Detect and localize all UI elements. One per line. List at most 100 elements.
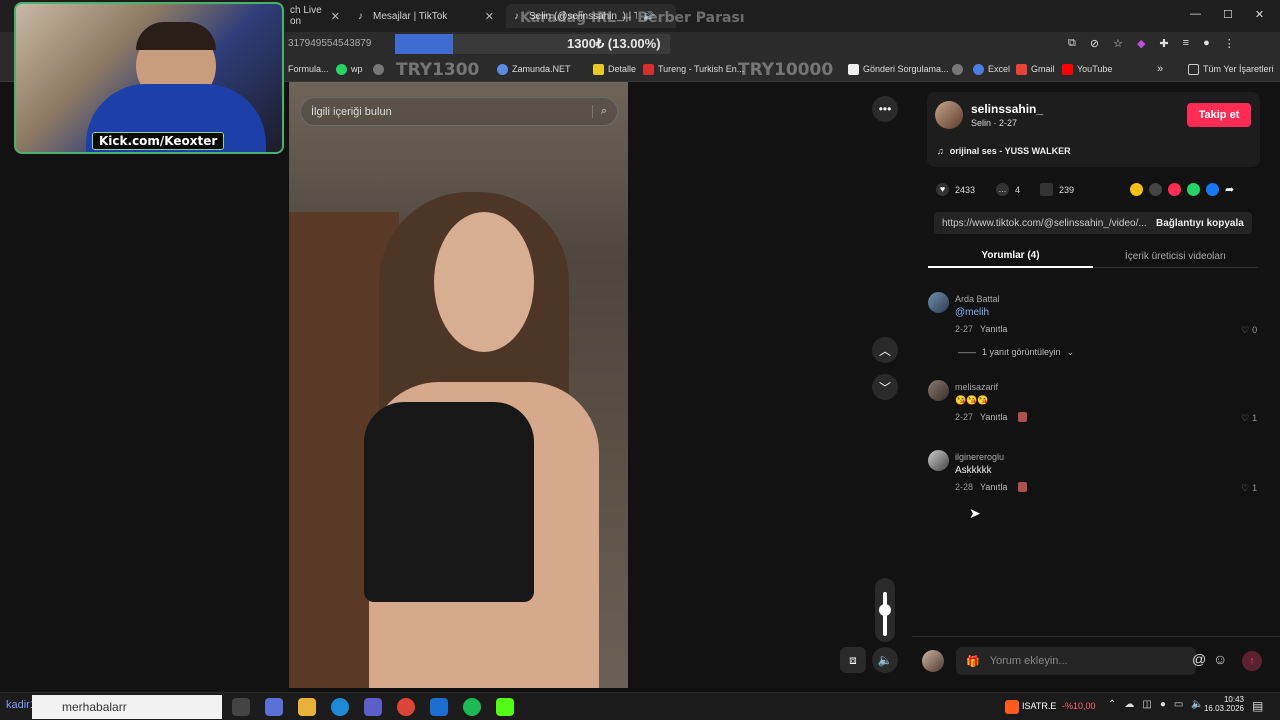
kick-icon[interactable] <box>496 698 514 716</box>
bookmark-zamunda[interactable]: Zamunda.NET <box>497 56 571 82</box>
coin-icon[interactable] <box>1130 183 1143 196</box>
install-icon[interactable]: ⧉ <box>1068 37 1076 50</box>
avatar[interactable] <box>928 380 949 401</box>
bookmark-formula[interactable]: Formula... <box>288 56 329 82</box>
bookmark-all[interactable]: Tüm Yer İşaretleri <box>1188 56 1274 82</box>
close-window-icon[interactable]: ✕ <box>1255 8 1264 21</box>
tab-creator-videos[interactable]: İçerik üreticisi videoları <box>1093 244 1258 268</box>
tab-comments[interactable]: Yorumlar (4) <box>928 244 1093 268</box>
follow-button[interactable]: Takip et <box>1187 103 1251 127</box>
copilot-icon[interactable] <box>265 698 283 716</box>
comment-text[interactable]: Askkkkk <box>955 465 992 476</box>
comment-stat[interactable]: … 4 <box>996 183 1020 196</box>
search-icon[interactable]: ⌕ <box>591 105 607 118</box>
pip-icon[interactable]: ⧈ <box>840 647 866 673</box>
close-icon[interactable]: ✕ <box>331 10 340 23</box>
mention-icon[interactable]: @ <box>1192 651 1206 667</box>
bookmark-tureng[interactable]: Tureng - Turkish En... <box>643 56 744 82</box>
menu-icon[interactable]: ⋮ <box>1224 37 1235 50</box>
display-icon[interactable]: ▭ <box>1174 699 1183 710</box>
like-stat[interactable]: ♥ 2433 <box>936 183 975 196</box>
volume-icon[interactable]: 🔈 <box>872 647 898 673</box>
ticker-symbol[interactable]: ISATR.E <box>1022 701 1056 711</box>
chevron-down-icon[interactable]: ﹀ <box>872 374 898 400</box>
media-icon[interactable]: ≡ <box>1183 37 1189 50</box>
mouse-cursor-icon: ➤ <box>969 505 981 521</box>
clock[interactable]: 10:43 16.03.2026 <box>1200 695 1244 713</box>
avatar[interactable] <box>935 101 963 129</box>
bookmark-detalle[interactable]: Detalle <box>593 56 636 82</box>
globe-icon <box>952 63 963 75</box>
gmail-icon <box>1016 63 1027 75</box>
volume-knob[interactable] <box>879 604 891 616</box>
bookmark-generic[interactable] <box>373 56 384 82</box>
comment-user[interactable]: melisazarif <box>955 382 998 392</box>
comment-like[interactable]: ♡ 1 <box>1241 483 1257 494</box>
comment-user[interactable]: ilginereroglu <box>955 452 1004 462</box>
extension-icon[interactable]: ◆ <box>1137 37 1145 50</box>
chevron-up-icon[interactable]: ︿ <box>872 337 898 363</box>
url-fragment[interactable]: 317949554543879 <box>288 38 371 49</box>
mic-icon[interactable]: ● <box>1160 699 1166 710</box>
notification-icon[interactable]: ▤ <box>1252 699 1263 713</box>
close-icon[interactable]: ✕ <box>485 10 494 23</box>
chevron-right-icon[interactable]: » <box>1157 56 1163 82</box>
video-player[interactable] <box>289 82 628 688</box>
bookmark-generic-2[interactable] <box>952 56 963 82</box>
comment-like[interactable]: ♡ 0 <box>1241 325 1257 336</box>
comment-like[interactable]: ♡ 1 <box>1241 413 1257 424</box>
reply-button[interactable]: Yanıtla <box>980 324 1007 334</box>
star-icon[interactable]: ☆ <box>1113 37 1123 50</box>
stream-title: Karadağ IRL + Berber Parası <box>520 10 745 26</box>
cloud-icon[interactable]: ☁ <box>1124 699 1134 710</box>
tab-kick[interactable]: ch Live on ✕ <box>282 4 348 28</box>
username[interactable]: selinssahin_ <box>971 102 1043 116</box>
maximize-icon[interactable]: ☐ <box>1223 8 1233 21</box>
reply-button[interactable]: Yanıtla <box>980 482 1007 492</box>
bookmark-gonderi[interactable]: Gönderi Sorgulama... <box>848 56 949 82</box>
chrome-icon[interactable] <box>397 698 415 716</box>
gift-icon[interactable]: 🎁 <box>956 655 990 668</box>
comment-text[interactable]: @melih <box>955 307 989 318</box>
comment-date: 2-27 <box>955 412 974 422</box>
facebook-icon[interactable] <box>1206 183 1219 196</box>
emoji-icon[interactable]: ☺ <box>1213 651 1227 667</box>
embed-icon[interactable] <box>1149 183 1162 196</box>
video-link[interactable]: https://www.tiktok.com/@selinssahin_/vid… <box>934 218 1148 229</box>
bookmark-youtube[interactable]: YouTube <box>1062 56 1112 82</box>
share-icon[interactable]: ➦ <box>1225 183 1234 196</box>
sound-row[interactable]: ♫ orijinal ses - YUSS WALKER <box>937 146 1071 156</box>
whatsapp-icon[interactable] <box>1187 183 1200 196</box>
copy-link-button[interactable]: Bağlantıyı kopyala <box>1156 218 1244 229</box>
bookmark-wp[interactable]: wp <box>336 56 363 82</box>
minimize-icon[interactable]: — <box>1190 8 1201 21</box>
send-icon[interactable] <box>1168 183 1181 196</box>
task-view-icon[interactable] <box>232 698 250 716</box>
more-options-icon[interactable]: ••• <box>872 96 898 122</box>
reply-button[interactable]: Yanıtla <box>980 412 1007 422</box>
spotify-icon[interactable] <box>463 698 481 716</box>
file-explorer-icon[interactable] <box>298 698 316 716</box>
chevron-up-icon[interactable]: ⌃ <box>1108 699 1116 710</box>
save-stat[interactable]: 239 <box>1040 183 1074 196</box>
app-icon[interactable] <box>364 698 382 716</box>
comment-user[interactable]: Arda Battal <box>955 294 1000 304</box>
eye-off-icon[interactable]: ⊘ <box>1090 37 1099 50</box>
chat-popup: merhabalarr <box>32 695 222 719</box>
avatar[interactable] <box>928 292 949 313</box>
puzzle-icon[interactable]: ✚ <box>1159 37 1168 50</box>
video-search-input[interactable]: İlgili içeriği bulun ⌕ <box>300 97 618 126</box>
bookmark-excel[interactable]: Excel <box>973 56 1010 82</box>
comment-text[interactable]: 😘😘😘 <box>955 395 989 406</box>
profile-icon[interactable]: ● <box>1203 37 1210 50</box>
network-icon[interactable]: ◫ <box>1142 699 1151 710</box>
comment-input[interactable]: 🎁 Yorum ekleyin... <box>956 647 1196 675</box>
volume-slider[interactable] <box>875 578 895 642</box>
view-replies-button[interactable]: —— 1 yanıt görüntüleyin ⌄ <box>958 347 1074 358</box>
edge-icon[interactable] <box>331 698 349 716</box>
bookmark-gmail[interactable]: Gmail <box>1016 56 1055 82</box>
avatar[interactable] <box>928 450 949 471</box>
send-comment-icon[interactable]: ↑ <box>1242 651 1262 671</box>
vscode-icon[interactable] <box>430 698 448 716</box>
tab-messages[interactable]: ♪ Mesajlar | TikTok ✕ <box>350 4 502 28</box>
